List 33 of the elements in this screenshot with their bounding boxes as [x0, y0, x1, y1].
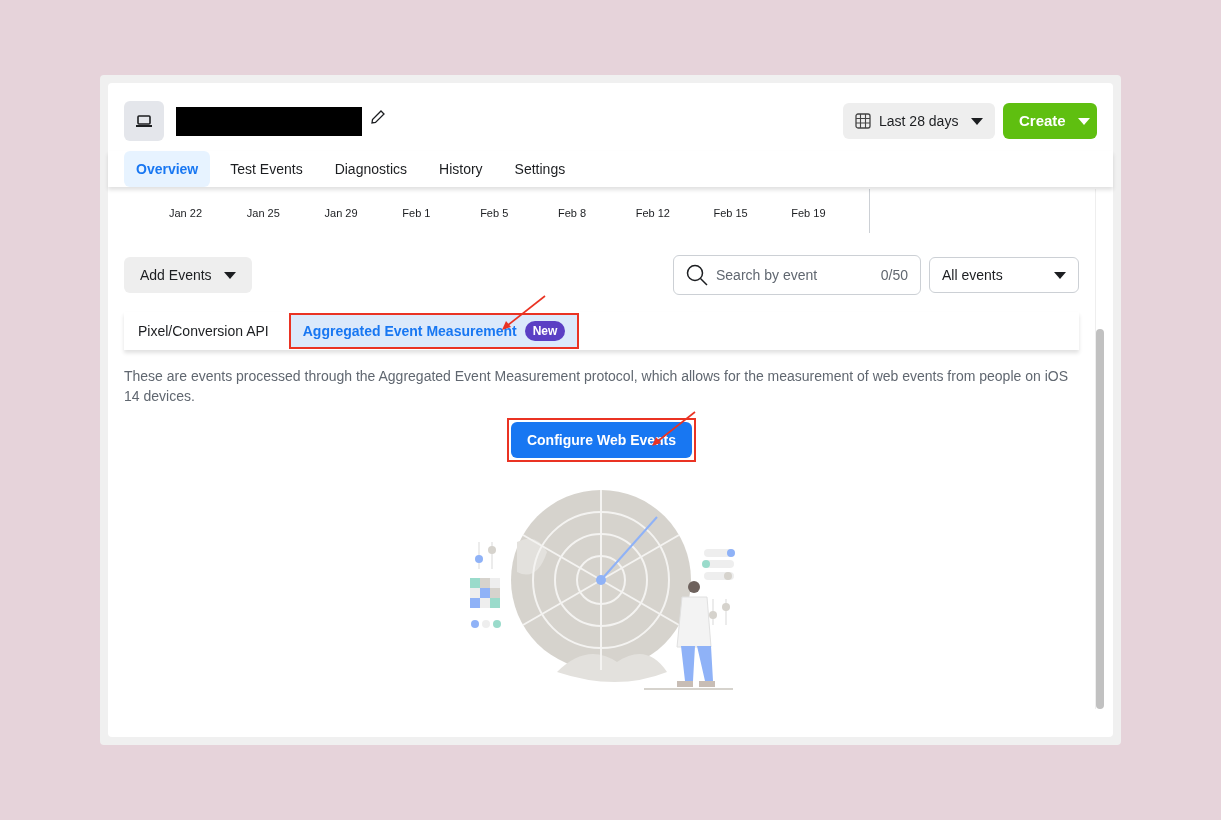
axis-label: Jan 25	[246, 206, 281, 221]
axis-label: Feb 8	[557, 206, 588, 221]
sub-tab[interactable]: Aggregated Event Measurement New	[290, 315, 578, 347]
calendar-table-icon	[855, 113, 871, 129]
nav-tab[interactable]: Overview	[124, 151, 211, 187]
caret-icon	[1054, 271, 1066, 279]
caret-icon	[971, 117, 983, 125]
axis-label: Feb 12	[635, 206, 671, 221]
new-badge: New	[524, 321, 566, 341]
event-filter-dropdown[interactable]: All events	[929, 257, 1079, 293]
caret-icon	[223, 271, 236, 279]
nav-tab[interactable]: History	[427, 151, 495, 187]
axis-label: Feb 15	[713, 206, 749, 221]
axis-label: Jan 29	[324, 206, 359, 221]
laptop-icon	[136, 115, 152, 127]
pencil-icon[interactable]	[370, 109, 386, 125]
caret-icon	[1077, 117, 1090, 125]
search-input[interactable]: Search by event	[716, 264, 873, 286]
nav-tab[interactable]: Settings	[502, 151, 578, 187]
axis-label: Feb 1	[402, 206, 432, 221]
add-events-button[interactable]: Add Events	[124, 257, 252, 293]
search-icon	[686, 264, 708, 286]
description-text: These are events processed through the Aggregated Event Measurement protocol, which allows for the measurement of web events from people on iOS 14 devices.	[124, 367, 1069, 406]
axis-label: Feb 19	[791, 206, 827, 221]
search-count: 0/50	[880, 265, 908, 285]
scrollbar-thumb[interactable]	[1096, 329, 1104, 709]
date-range-button[interactable]: Last 28 days	[843, 103, 995, 139]
axis-label: Feb 5	[480, 206, 510, 221]
nav-tab[interactable]: Test Events	[218, 151, 315, 187]
nav-tab[interactable]: Diagnostics	[322, 151, 419, 187]
search-box[interactable]: Search by event 0/50	[673, 255, 921, 295]
axis-label: Jan 22	[169, 206, 204, 221]
sub-tab[interactable]: Pixel/Conversion API	[126, 315, 281, 347]
